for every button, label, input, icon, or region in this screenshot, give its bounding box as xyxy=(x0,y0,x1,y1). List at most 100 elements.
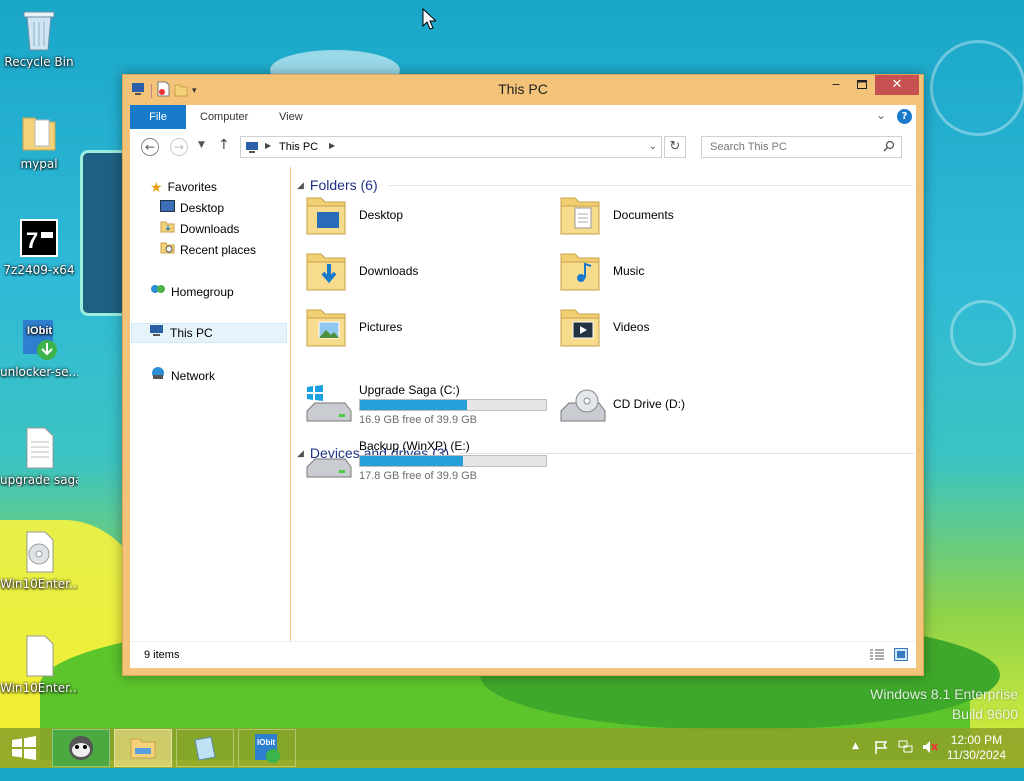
back-button[interactable]: ← xyxy=(141,138,159,156)
downloads-folder-icon xyxy=(305,248,349,294)
taskbar-app-file-explorer[interactable] xyxy=(114,729,172,767)
svg-text:IObit: IObit xyxy=(27,325,52,337)
blank-file-icon xyxy=(19,634,59,678)
refresh-button[interactable]: ↻ xyxy=(664,136,686,158)
star-icon: ★ xyxy=(150,179,163,195)
taskbar-app-iobit-unlocker[interactable]: IObit xyxy=(238,729,296,767)
nav-item-recent-places[interactable]: Recent places xyxy=(160,240,256,260)
mouse-cursor-icon xyxy=(422,7,438,33)
nav-item-network[interactable]: Network xyxy=(150,366,215,386)
tab-computer[interactable]: Computer xyxy=(200,105,248,129)
start-button[interactable] xyxy=(10,736,38,760)
folder-item-music[interactable]: Music xyxy=(559,248,644,294)
pictures-folder-icon xyxy=(305,304,349,350)
search-box[interactable]: Search This PC xyxy=(701,136,902,158)
desktop-icon-7zip[interactable]: 7 7z2409-x64 xyxy=(0,216,78,277)
folder-item-documents[interactable]: Documents xyxy=(559,192,674,238)
navigation-pane: ★ Favorites Desktop Downloads Recent pla… xyxy=(130,167,290,641)
text-file-icon xyxy=(19,426,59,470)
action-center-flag-icon[interactable] xyxy=(874,740,888,780)
windows-watermark: Windows 8.1 Enterprise Build 9600 xyxy=(870,686,1018,722)
volume-muted-icon[interactable] xyxy=(922,740,938,780)
file-explorer-icon xyxy=(130,738,156,759)
breadcrumb-chevron-icon[interactable]: ▶ xyxy=(329,141,335,150)
taskbar-app-notes[interactable] xyxy=(176,729,234,767)
folder-item-videos[interactable]: Videos xyxy=(559,304,649,350)
explorer-window[interactable]: ▾ This PC ‒ ✕ File Computer View ⌄ ? ← →… xyxy=(122,74,924,676)
music-folder-icon xyxy=(559,248,603,294)
folder-item-desktop[interactable]: Desktop xyxy=(305,192,403,238)
show-hidden-icons-chevron-icon[interactable]: ▲ xyxy=(852,741,859,781)
address-bar[interactable]: ▶ This PC ▶ ⌄ xyxy=(240,136,662,158)
drive-item-cd[interactable]: CD Drive (D:) xyxy=(559,383,809,431)
taskbar: IObit ▲ 12:00 PM 11/30/2024 xyxy=(0,728,1024,768)
nav-item-homegroup[interactable]: Homegroup xyxy=(150,282,234,302)
iobit-unlocker-icon: IObit xyxy=(19,318,59,362)
desktop-icon-mypal[interactable]: mypal xyxy=(0,110,78,171)
recent-places-icon xyxy=(160,240,175,260)
tab-view[interactable]: View xyxy=(279,105,303,129)
svg-text:IObit: IObit xyxy=(257,738,276,747)
folder-item-downloads[interactable]: Downloads xyxy=(305,248,418,294)
drive-usage-bar xyxy=(359,399,547,411)
title-bar[interactable]: ▾ This PC ‒ ✕ xyxy=(123,75,923,105)
minimize-button[interactable]: ‒ xyxy=(823,75,849,95)
status-bar: 9 items xyxy=(130,641,916,668)
tab-file[interactable]: File xyxy=(130,105,186,129)
large-icons-view-icon[interactable] xyxy=(894,648,908,664)
7zip-installer-icon: 7 xyxy=(19,216,59,260)
search-icon[interactable] xyxy=(883,140,895,155)
close-button[interactable]: ✕ xyxy=(875,75,919,95)
desktop-icon-unlocker[interactable]: IObit unlocker-se... xyxy=(0,318,78,379)
this-pc-icon xyxy=(149,323,165,343)
address-dropdown-chevron-icon[interactable]: ⌄ xyxy=(649,141,657,152)
downloads-icon xyxy=(160,219,175,239)
nav-item-this-pc[interactable]: This PC xyxy=(131,323,287,343)
ribbon: File Computer View ⌄ ? xyxy=(130,105,916,130)
drive-usage-fill xyxy=(360,456,464,466)
nav-item-downloads[interactable]: Downloads xyxy=(160,219,239,239)
network-tray-icon[interactable] xyxy=(898,740,914,780)
desktop-icon-upgrade-saga[interactable]: upgrade saga xyxy=(0,426,78,487)
navigation-bar: ← → ▼ ↑ ▶ This PC ▶ ⌄ ↻ Search This PC xyxy=(130,129,916,167)
desktop-icon-recycle-bin[interactable]: Recycle Bin xyxy=(0,8,78,69)
nav-item-favorites[interactable]: ★ Favorites xyxy=(150,177,217,197)
expand-ribbon-chevron-icon[interactable]: ⌄ xyxy=(876,108,886,122)
notepad-icon xyxy=(194,736,216,761)
nav-item-desktop[interactable]: Desktop xyxy=(160,198,224,218)
forward-button[interactable]: → xyxy=(170,138,188,156)
collapse-chevron-icon[interactable]: ◢ xyxy=(297,180,304,191)
folder-icon xyxy=(19,110,59,154)
iobit-unlocker-icon: IObit xyxy=(255,734,280,763)
details-view-icon[interactable] xyxy=(870,649,884,664)
taskbar-clock[interactable]: 12:00 PM 11/30/2024 xyxy=(947,733,1006,763)
maximize-button[interactable] xyxy=(849,75,875,95)
drive-usage-fill xyxy=(360,400,468,410)
folders-group-header[interactable]: ◢ Folders (6) xyxy=(297,177,913,193)
folder-item-pictures[interactable]: Pictures xyxy=(305,304,402,350)
windows-logo-icon xyxy=(12,736,36,760)
desktop-folder-icon xyxy=(305,192,349,238)
breadcrumb-this-pc[interactable]: This PC xyxy=(279,141,318,153)
disc-image-icon xyxy=(19,530,59,574)
taskbar-app-raccoon[interactable] xyxy=(52,729,110,767)
desktop-icon-win10-iso[interactable]: Win10Enter... xyxy=(0,530,78,591)
wallpaper-decoration xyxy=(950,300,1016,366)
recent-locations-chevron-icon[interactable]: ▼ xyxy=(198,140,205,150)
breadcrumb-chevron-icon[interactable]: ▶ xyxy=(265,141,271,150)
search-input[interactable]: Search This PC xyxy=(710,141,787,153)
up-button[interactable]: ↑ xyxy=(218,137,230,153)
drive-item[interactable]: Backup (WinXP) (E:) 17.8 GB free of 39.9 … xyxy=(305,439,555,487)
system-drive-icon xyxy=(305,385,353,430)
wallpaper-decoration xyxy=(930,40,1024,136)
collapse-chevron-icon[interactable]: ◢ xyxy=(297,448,304,459)
drive-item[interactable]: Upgrade Saga (C:) 16.9 GB free of 39.9 GB xyxy=(305,383,555,431)
desktop-icon-win10-file[interactable]: Win10Enter... xyxy=(0,634,78,695)
homegroup-icon xyxy=(150,282,166,302)
desktop-icon xyxy=(160,198,175,218)
help-icon[interactable]: ? xyxy=(897,109,912,124)
svg-text:7: 7 xyxy=(26,228,38,253)
item-count: 9 items xyxy=(144,649,180,661)
content-pane: ◢ Folders (6) ◢ Devices and drives (3) D… xyxy=(291,167,916,641)
drive-usage-bar xyxy=(359,455,547,467)
